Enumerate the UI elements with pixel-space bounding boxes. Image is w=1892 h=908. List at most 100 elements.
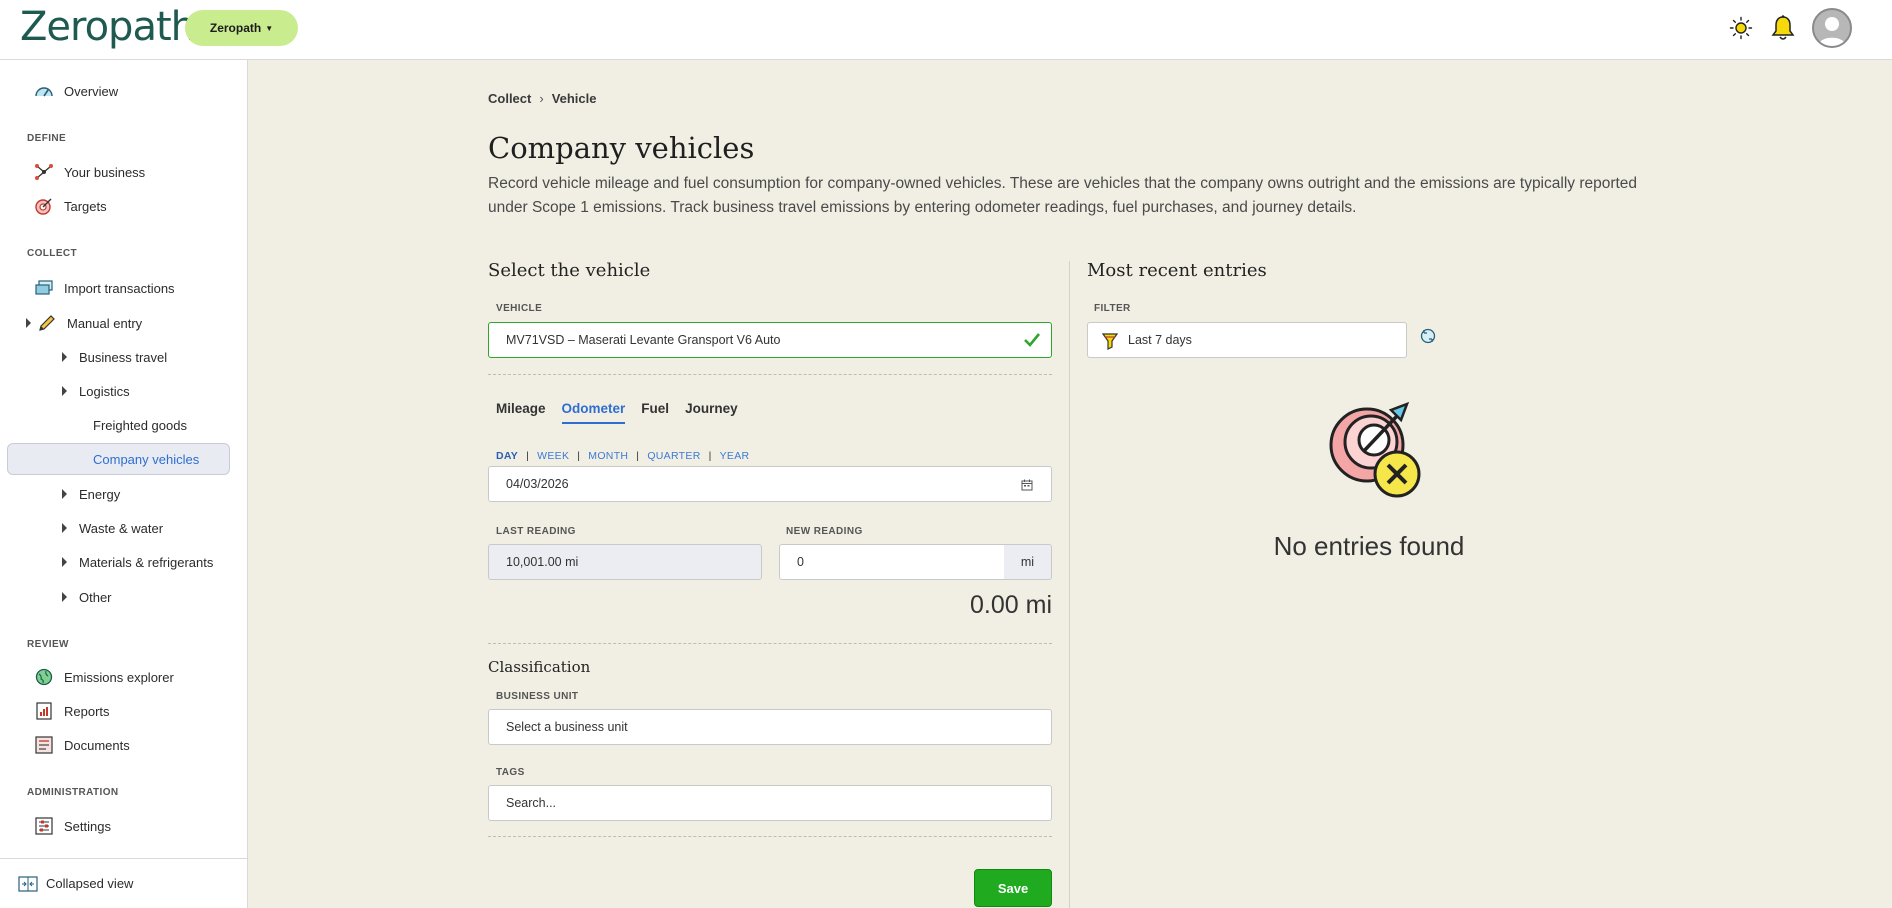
empty-state-message: No entries found bbox=[1273, 531, 1465, 561]
sidebar-section-define: DEFINE bbox=[27, 133, 67, 144]
period-day[interactable]: DAY bbox=[496, 450, 518, 462]
sidebar-item-freighted-goods[interactable]: Freighted goods bbox=[93, 413, 187, 437]
page-description: Record vehicle mileage and fuel consumpt… bbox=[488, 175, 1638, 216]
classification-heading: Classification bbox=[488, 658, 591, 676]
no-entries-illustration-icon bbox=[1319, 396, 1429, 506]
caret-right-icon bbox=[62, 386, 67, 396]
sidebar-item-label: Documents bbox=[64, 737, 130, 753]
sidebar-item-overview[interactable]: Overview bbox=[34, 79, 118, 103]
vehicle-select[interactable]: MV71VSD – Maserati Levante Gransport V6 … bbox=[488, 322, 1052, 358]
business-unit-label: BUSINESS UNIT bbox=[496, 691, 579, 702]
sidebar-item-settings[interactable]: Settings bbox=[34, 814, 111, 838]
select-vehicle-heading: Select the vehicle bbox=[488, 260, 651, 281]
save-button[interactable]: Save bbox=[974, 869, 1052, 907]
sidebar-item-label: Settings bbox=[64, 818, 111, 834]
sidebar-item-waste-water[interactable]: Waste & water bbox=[62, 516, 163, 540]
period-year[interactable]: YEAR bbox=[720, 450, 750, 462]
caret-right-icon bbox=[62, 557, 67, 567]
divider bbox=[488, 374, 1052, 375]
last-reading-field: 10,001.00 mi bbox=[488, 544, 762, 580]
sidebar-item-materials-refrigerants[interactable]: Materials & refrigerants bbox=[62, 550, 213, 574]
unit-addon: mi bbox=[1004, 544, 1052, 580]
sidebar-item-label: Your business bbox=[64, 164, 146, 180]
new-reading-input[interactable]: 0 bbox=[779, 544, 1005, 580]
vehicle-label: VEHICLE bbox=[496, 303, 543, 314]
date-input[interactable]: 04/03/2026 bbox=[488, 466, 1052, 502]
period-separator: | bbox=[526, 450, 530, 462]
calendar-icon[interactable] bbox=[1021, 479, 1033, 494]
target-icon bbox=[34, 197, 54, 215]
divider bbox=[488, 836, 1052, 837]
top-bar: Zeropath Zeropath ▼ bbox=[0, 0, 1892, 60]
tags-input[interactable]: Search... bbox=[488, 785, 1052, 821]
caret-right-icon bbox=[62, 592, 67, 602]
notifications-bell-icon[interactable] bbox=[1770, 15, 1796, 41]
new-reading-value: 0 bbox=[797, 555, 804, 569]
sidebar-item-manual-entry[interactable]: Manual entry bbox=[26, 311, 142, 335]
sidebar-item-label: Reports bbox=[64, 703, 110, 719]
report-chart-icon bbox=[34, 702, 54, 720]
sidebar-item-your-business[interactable]: Your business bbox=[34, 160, 145, 184]
refresh-icon[interactable] bbox=[1419, 327, 1437, 345]
date-input-value: 04/03/2026 bbox=[506, 477, 569, 491]
logo[interactable]: Zeropath bbox=[20, 2, 196, 52]
tab-fuel[interactable]: Fuel bbox=[641, 401, 669, 424]
user-avatar[interactable] bbox=[1812, 8, 1852, 48]
new-reading-label: NEW READING bbox=[786, 526, 863, 537]
top-icons bbox=[1728, 8, 1852, 48]
entry-type-tabs: Mileage Odometer Fuel Journey bbox=[496, 401, 738, 424]
sidebar-item-label: Logistics bbox=[79, 383, 130, 399]
stacked-cards-icon bbox=[34, 279, 54, 297]
sidebar-item-label: Company vehicles bbox=[93, 451, 200, 467]
sidebar-item-business-travel[interactable]: Business travel bbox=[62, 345, 167, 369]
main-content: Collect › Vehicle Company vehicles Recor… bbox=[249, 61, 1892, 908]
sidebar-section-collect: COLLECT bbox=[27, 248, 78, 259]
theme-toggle-sun-icon[interactable] bbox=[1728, 15, 1754, 41]
period-quarter[interactable]: QUARTER bbox=[647, 450, 700, 462]
sidebar-item-targets[interactable]: Targets bbox=[34, 194, 107, 218]
divider bbox=[488, 643, 1052, 644]
sidebar-item-label: Overview bbox=[64, 83, 119, 99]
tab-journey[interactable]: Journey bbox=[685, 401, 738, 424]
vehicle-select-value: MV71VSD – Maserati Levante Gransport V6 … bbox=[506, 333, 781, 347]
filter-select[interactable]: Last 7 days bbox=[1087, 322, 1407, 358]
sidebar-item-label: Manual entry bbox=[67, 315, 143, 331]
sidebar-item-reports[interactable]: Reports bbox=[34, 699, 110, 723]
gauge-icon bbox=[34, 82, 54, 100]
sidebar-item-emissions-explorer[interactable]: Emissions explorer bbox=[34, 665, 174, 689]
sidebar-section-review: REVIEW bbox=[27, 639, 69, 650]
sidebar-item-energy[interactable]: Energy bbox=[62, 482, 120, 506]
sidebar-item-company-vehicles[interactable]: Company vehicles bbox=[93, 447, 199, 471]
recent-entries-heading: Most recent entries bbox=[1087, 260, 1267, 281]
period-separator: | bbox=[708, 450, 712, 462]
sidebar-item-import-transactions[interactable]: Import transactions bbox=[34, 276, 175, 300]
chevron-down-icon: ▼ bbox=[265, 23, 274, 33]
breadcrumb-separator: › bbox=[539, 91, 544, 106]
tab-odometer[interactable]: Odometer bbox=[561, 401, 626, 424]
sidebar-item-label: Energy bbox=[79, 486, 121, 502]
tab-mileage[interactable]: Mileage bbox=[496, 401, 546, 424]
settings-sliders-icon bbox=[34, 817, 54, 835]
column-divider bbox=[1069, 261, 1070, 908]
globe-icon bbox=[34, 668, 54, 686]
business-unit-select[interactable]: Select a business unit bbox=[488, 709, 1052, 745]
organisation-switcher-label: Zeropath bbox=[209, 21, 262, 35]
sidebar-item-label: Freighted goods bbox=[93, 417, 187, 433]
collapsed-view-toggle[interactable]: Collapsed view bbox=[0, 858, 248, 908]
sidebar-item-documents[interactable]: Documents bbox=[34, 733, 130, 757]
filter-label: FILTER bbox=[1094, 303, 1131, 314]
period-month[interactable]: MONTH bbox=[588, 450, 628, 462]
network-icon bbox=[34, 163, 54, 181]
page-title: Company vehicles bbox=[488, 131, 755, 165]
organisation-switcher-button[interactable]: Zeropath ▼ bbox=[185, 10, 298, 46]
sidebar-item-logistics[interactable]: Logistics bbox=[62, 379, 130, 403]
funnel-icon bbox=[1101, 332, 1119, 353]
breadcrumb-parent-link[interactable]: Collect bbox=[488, 91, 531, 106]
collapse-arrows-icon bbox=[18, 875, 38, 892]
document-icon bbox=[34, 736, 54, 754]
period-separator: | bbox=[636, 450, 640, 462]
logo-text: Zeropath bbox=[20, 4, 196, 50]
period-week[interactable]: WEEK bbox=[537, 450, 569, 462]
filter-value: Last 7 days bbox=[1128, 333, 1192, 347]
sidebar-item-other[interactable]: Other bbox=[62, 585, 112, 609]
